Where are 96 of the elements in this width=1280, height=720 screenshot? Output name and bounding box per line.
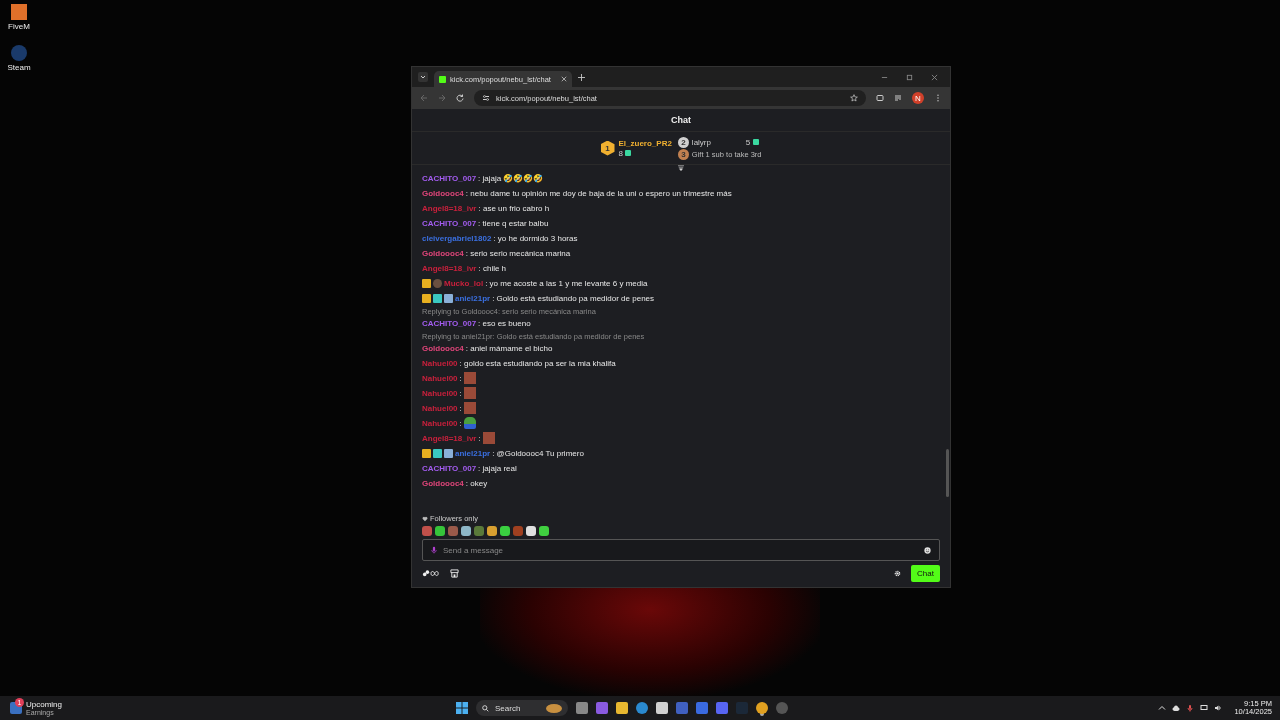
gift-badge-icon: [444, 448, 453, 458]
chat-message: : goldo esta estudiando pa ser la mia khalifa: [459, 358, 616, 368]
emote-image: [463, 387, 476, 399]
emote-image: [463, 402, 476, 414]
chat-username[interactable]: Nahuel00: [422, 358, 458, 368]
chat-message: : nebu dame tu opinión me doy de baja de la uni o espero un trimestre más: [465, 188, 732, 198]
start-icon[interactable]: [456, 702, 468, 714]
app-icon[interactable]: [776, 702, 788, 714]
chat-message: :: [459, 418, 462, 428]
emote-image: [482, 432, 495, 444]
chat-message: : ase un frio cabro h: [478, 203, 550, 213]
profile-avatar[interactable]: N: [912, 92, 924, 104]
chat-username[interactable]: Nahuel00: [422, 388, 458, 398]
chat-message: : okey: [465, 478, 488, 488]
chevron-up-icon[interactable]: [1158, 704, 1167, 712]
gift-badge-icon: [444, 293, 453, 303]
close-icon[interactable]: [560, 76, 567, 82]
chat-username[interactable]: cleivergabriel1802: [422, 233, 492, 243]
close-icon[interactable]: [931, 73, 938, 81]
chat-username[interactable]: Mucko_lol: [444, 278, 484, 288]
new-tab-icon[interactable]: [577, 73, 585, 81]
subscriber-badge-icon: [433, 293, 442, 303]
gift-count: 5: [745, 137, 751, 147]
message-input[interactable]: Send a message: [443, 545, 918, 555]
points-icon[interactable]: [422, 569, 440, 578]
gift-icon: [753, 139, 760, 145]
chat-username[interactable]: Goldoooc4: [422, 343, 464, 353]
chat-message: : yo me acoste a las 1 y me levante 6 y media: [485, 278, 648, 288]
chat-username[interactable]: Nahuel00: [422, 373, 458, 383]
taskbar-search[interactable]: Search: [476, 700, 568, 716]
chat-username[interactable]: CACHITO_007: [422, 463, 477, 473]
network-icon[interactable]: [1200, 704, 1209, 712]
chat-message: :: [459, 403, 462, 413]
chat-username[interactable]: Nahuel00: [422, 418, 458, 428]
chevron-down-icon[interactable]: [418, 72, 428, 82]
chat-message: : serio serio mecánica marina: [465, 248, 571, 258]
chat-username[interactable]: Angel8=18_ivr: [422, 203, 477, 213]
gifter-name: El_zuero_PR2: [618, 138, 672, 148]
speaker-icon[interactable]: [1214, 704, 1223, 712]
chat-username[interactable]: CACHITO_007: [422, 318, 477, 328]
avatar-badge-icon: [433, 278, 442, 288]
chat-username[interactable]: Goldoooc4: [422, 188, 464, 198]
chat-username[interactable]: aniel21pr: [455, 448, 491, 458]
chat-message: :: [459, 388, 462, 398]
chat-message: : yo he dormido 3 horas: [493, 233, 578, 243]
star-icon[interactable]: [850, 94, 858, 102]
cloud-icon[interactable]: [1172, 704, 1181, 712]
subscriber-badge-icon: [433, 448, 442, 458]
settings-icon[interactable]: [894, 570, 902, 577]
reload-icon[interactable]: [456, 94, 464, 102]
chat-message: : aniel mámame el bicho: [465, 343, 553, 353]
desktop-icon-label: FiveM: [8, 22, 30, 31]
rank-badge: 1: [600, 140, 615, 156]
app-icon[interactable]: [596, 702, 608, 714]
gift-icon: [624, 150, 631, 156]
chat-message: :: [459, 373, 462, 383]
message-field[interactable]: Send a message: [422, 539, 940, 561]
extensions-icon[interactable]: [876, 94, 884, 102]
chat-username[interactable]: Goldoooc4: [422, 248, 464, 258]
emoji-icon[interactable]: [924, 546, 931, 554]
rank-badge: 3: [677, 148, 689, 160]
chat-message: : chile h: [478, 263, 507, 273]
scrollbar-thumb[interactable]: [946, 449, 949, 497]
chat-username[interactable]: Nahuel00: [422, 403, 458, 413]
search-icon: [482, 704, 489, 712]
gift-count: 8: [618, 148, 623, 158]
chat-username[interactable]: CACHITO_007: [422, 218, 477, 228]
site-logo-icon: [439, 75, 446, 83]
chat-message: : eso es bueno: [478, 318, 531, 328]
microphone-icon[interactable]: [1186, 704, 1195, 712]
heart-icon: [422, 515, 428, 522]
rank-badge: 2: [677, 136, 689, 148]
microphone-icon[interactable]: [431, 546, 437, 554]
desktop-icon-label: Steam: [7, 63, 31, 72]
app-icon[interactable]: [696, 702, 708, 714]
more-menu-icon[interactable]: [934, 94, 942, 102]
chat-username[interactable]: Angel8=18_ivr: [422, 433, 477, 443]
chat-username[interactable]: Goldoooc4: [422, 478, 464, 488]
chat-message: : Goldo está estudiando pa medidor de penes: [492, 293, 655, 303]
chat-username[interactable]: CACHITO_007: [422, 173, 477, 183]
chat-message: : jajaja 🤣🤣🤣🤣: [478, 173, 544, 183]
send-chat-button[interactable]: Chat: [911, 565, 940, 582]
site-settings-icon[interactable]: [482, 94, 490, 102]
chat-message: : tiene q estar balbu: [478, 218, 549, 228]
chat-message: : jajaja real: [478, 463, 517, 473]
gifter-name: lalyrp: [691, 137, 712, 147]
crown-badge-icon: [422, 448, 431, 458]
chat-username[interactable]: aniel21pr: [455, 293, 491, 303]
chat-title: Chat: [412, 109, 950, 132]
widget-title: Upcoming: [26, 700, 62, 709]
emote-image: [463, 372, 476, 384]
maximize-icon[interactable]: [906, 73, 913, 81]
chat-message: :: [478, 433, 481, 443]
scroll-to-bottom-icon[interactable]: [677, 165, 685, 171]
chat-username[interactable]: Angel8=18_ivr: [422, 263, 477, 273]
chat-message: : @Goldoooc4 Tu primero: [492, 448, 584, 458]
